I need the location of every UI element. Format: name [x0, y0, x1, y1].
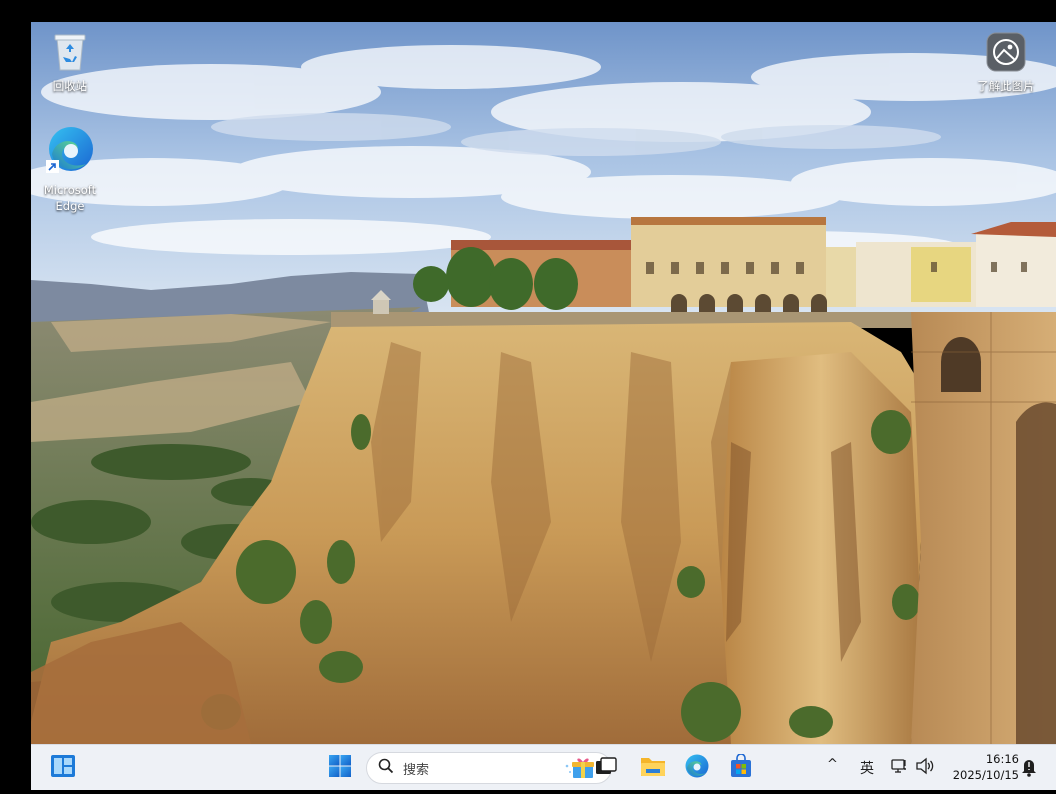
edge-taskbar-button[interactable] — [679, 751, 715, 785]
clock-time: 16:16 — [985, 752, 1019, 766]
show-hidden-icons-chevron[interactable]: ^ — [827, 757, 838, 772]
widgets-button[interactable] — [45, 751, 81, 785]
volume-icon[interactable] — [915, 757, 935, 779]
start-icon — [328, 754, 352, 782]
taskbar: 搜索 ^ 英 16:16 2025/10/15 — [31, 744, 1056, 790]
start-button[interactable] — [322, 751, 358, 785]
learn-about-picture-icon — [967, 32, 1045, 76]
task-view-button[interactable] — [588, 751, 624, 785]
desktop-icon-label-line2: Edge — [55, 199, 85, 213]
taskbar-clock[interactable]: 16:16 2025/10/15 — [943, 751, 1019, 783]
network-icon[interactable] — [891, 757, 909, 779]
search-placeholder: 搜索 — [403, 762, 430, 778]
desktop-icon-label: 回收站 — [52, 79, 88, 93]
search-icon — [378, 758, 394, 778]
edge-icon — [31, 124, 109, 180]
desktop-icon-microsoft-edge[interactable]: Microsoft Edge — [31, 124, 109, 214]
input-method-indicator[interactable]: 英 — [860, 758, 874, 778]
recycle-bin-icon — [31, 32, 109, 76]
desktop-icon-label: 了解此图片 — [977, 79, 1035, 93]
clock-date: 2025/10/15 — [952, 768, 1019, 782]
file-explorer-button[interactable] — [635, 751, 671, 785]
desktop-icon-label-line1: Microsoft — [43, 183, 97, 197]
file-explorer-icon — [640, 755, 666, 781]
notification-bell-icon[interactable] — [1020, 757, 1038, 781]
desktop-icon-recycle-bin[interactable]: 回收站 — [31, 32, 109, 94]
desktop-screen: 回收站 Microsoft Edge 了解此图片 搜索 ^ 英 16:16 20… — [31, 22, 1056, 790]
microsoft-store-button[interactable] — [723, 751, 759, 785]
edge-icon — [684, 753, 710, 783]
widgets-icon — [50, 754, 76, 782]
desktop-wallpaper — [31, 22, 1056, 744]
taskbar-search-box[interactable]: 搜索 — [366, 752, 612, 784]
task-view-icon — [594, 756, 618, 780]
microsoft-store-icon — [729, 753, 753, 782]
desktop-icon-learn-about-picture[interactable]: 了解此图片 — [967, 32, 1045, 94]
